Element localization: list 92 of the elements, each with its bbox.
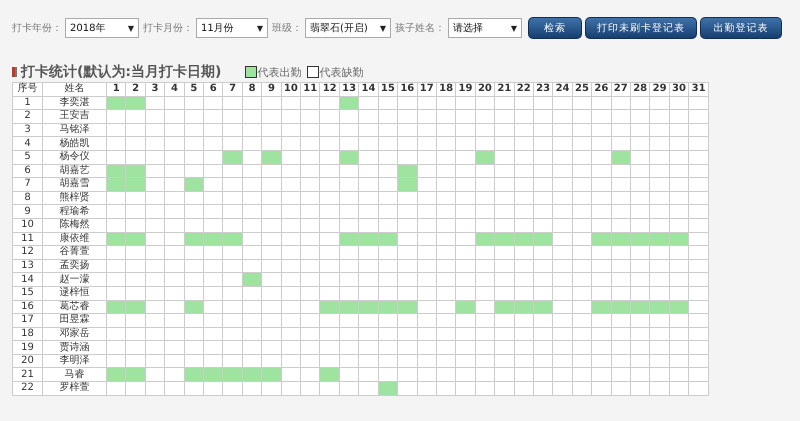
column-header: 8 xyxy=(242,82,262,96)
column-header: 14 xyxy=(358,82,378,96)
row-number: 14 xyxy=(12,272,42,286)
row-number: 21 xyxy=(12,368,42,382)
column-header: 7 xyxy=(222,82,242,96)
student-name: 程瑜希 xyxy=(42,204,106,218)
column-header: 19 xyxy=(456,82,476,96)
select-field[interactable]: 2018年 ▼ xyxy=(65,18,139,38)
column-header: 11 xyxy=(300,82,320,96)
column-header: 2 xyxy=(126,82,146,96)
column-header: 17 xyxy=(417,82,436,96)
column-header: 姓名 xyxy=(42,82,106,96)
row-number: 18 xyxy=(12,327,42,341)
column-header: 31 xyxy=(688,82,708,96)
row-number: 15 xyxy=(12,286,42,300)
column-header: 5 xyxy=(184,82,204,96)
column-header: 26 xyxy=(592,82,612,96)
row-number: 12 xyxy=(12,246,42,260)
legend-label: 代表出勤 xyxy=(257,64,302,80)
row-number: 16 xyxy=(12,300,42,314)
select-field[interactable]: 11月份 ▼ xyxy=(196,18,268,38)
column-header: 13 xyxy=(339,82,359,96)
row-number: 3 xyxy=(12,123,42,137)
column-header: 4 xyxy=(164,82,184,96)
column-header: 21 xyxy=(494,82,514,96)
column-header: 3 xyxy=(145,82,165,96)
student-name: 葛芯睿 xyxy=(42,300,106,314)
row-number: 22 xyxy=(12,382,42,396)
student-name: 李明泽 xyxy=(42,354,106,368)
column-header: 10 xyxy=(281,82,301,96)
row-number: 9 xyxy=(12,204,42,218)
column-header: 22 xyxy=(514,82,534,96)
row-number: 5 xyxy=(12,150,42,164)
filter-label: 班级： xyxy=(272,22,302,35)
filter-label: 孩子姓名： xyxy=(395,22,445,35)
print-button[interactable]: 打印未刷卡登记表 xyxy=(585,17,697,39)
student-name: 罗梓萱 xyxy=(42,382,106,396)
student-name: 赵一濛 xyxy=(42,272,106,286)
student-name: 谷菁萱 xyxy=(42,246,106,260)
row-number: 4 xyxy=(12,136,42,150)
student-name: 杨令仪 xyxy=(42,150,106,164)
student-name: 康依维 xyxy=(42,232,106,246)
row-number: 8 xyxy=(12,191,42,205)
column-header: 27 xyxy=(611,82,630,96)
column-header: 28 xyxy=(630,82,650,96)
student-name: 孟奕扬 xyxy=(42,259,106,273)
student-name: 李奕湛 xyxy=(42,96,106,110)
section-title: 打卡统计(默认为:当月打卡日期) xyxy=(21,63,222,81)
column-header: 序号 xyxy=(12,82,42,96)
student-name: 贾诗涵 xyxy=(42,340,106,354)
row-number: 20 xyxy=(12,354,42,368)
student-name: 马铭泽 xyxy=(42,123,106,137)
column-header: 12 xyxy=(320,82,340,96)
select-field[interactable]: 翡翠石(开启) ▼ xyxy=(305,18,391,38)
student-name: 马睿 xyxy=(42,368,106,382)
student-name: 陈梅然 xyxy=(42,218,106,232)
column-header: 20 xyxy=(475,82,495,96)
student-name: 田昱霖 xyxy=(42,314,106,328)
row-number: 17 xyxy=(12,314,42,328)
attendance-button[interactable]: 出勤登记表 xyxy=(700,17,782,39)
row-number: 11 xyxy=(12,232,42,246)
column-header: 18 xyxy=(436,82,456,96)
legend-label: 代表缺勤 xyxy=(319,64,364,80)
student-name: 杨皓凯 xyxy=(42,136,106,150)
student-name: 逯梓恒 xyxy=(42,286,106,300)
row-number: 19 xyxy=(12,340,42,354)
section-icon xyxy=(12,67,17,77)
column-header: 15 xyxy=(378,82,398,96)
select-field[interactable]: 请选择 ▼ xyxy=(448,18,522,38)
column-header: 24 xyxy=(552,82,572,96)
column-header: 9 xyxy=(262,82,282,96)
row-number: 1 xyxy=(12,96,42,110)
row-number: 13 xyxy=(12,259,42,273)
filter-label: 打卡月份： xyxy=(143,22,193,35)
student-name: 王安吉 xyxy=(42,110,106,124)
column-header: 1 xyxy=(106,82,126,96)
student-name: 邓家岳 xyxy=(42,327,106,341)
column-header: 29 xyxy=(650,82,670,96)
search-button[interactable]: 检索 xyxy=(528,17,582,39)
student-name: 熊梓贤 xyxy=(42,191,106,205)
row-number: 2 xyxy=(12,110,42,124)
column-header: 25 xyxy=(572,82,592,96)
column-header: 23 xyxy=(533,82,553,96)
row-number: 7 xyxy=(12,178,42,192)
column-header: 16 xyxy=(398,82,417,96)
row-number: 6 xyxy=(12,164,42,178)
filter-label: 打卡年份： xyxy=(12,22,62,35)
student-name: 胡嘉雪 xyxy=(42,178,106,192)
student-name: 胡嘉艺 xyxy=(42,164,106,178)
column-header: 6 xyxy=(204,82,223,96)
row-number: 10 xyxy=(12,218,42,232)
column-header: 30 xyxy=(669,82,689,96)
